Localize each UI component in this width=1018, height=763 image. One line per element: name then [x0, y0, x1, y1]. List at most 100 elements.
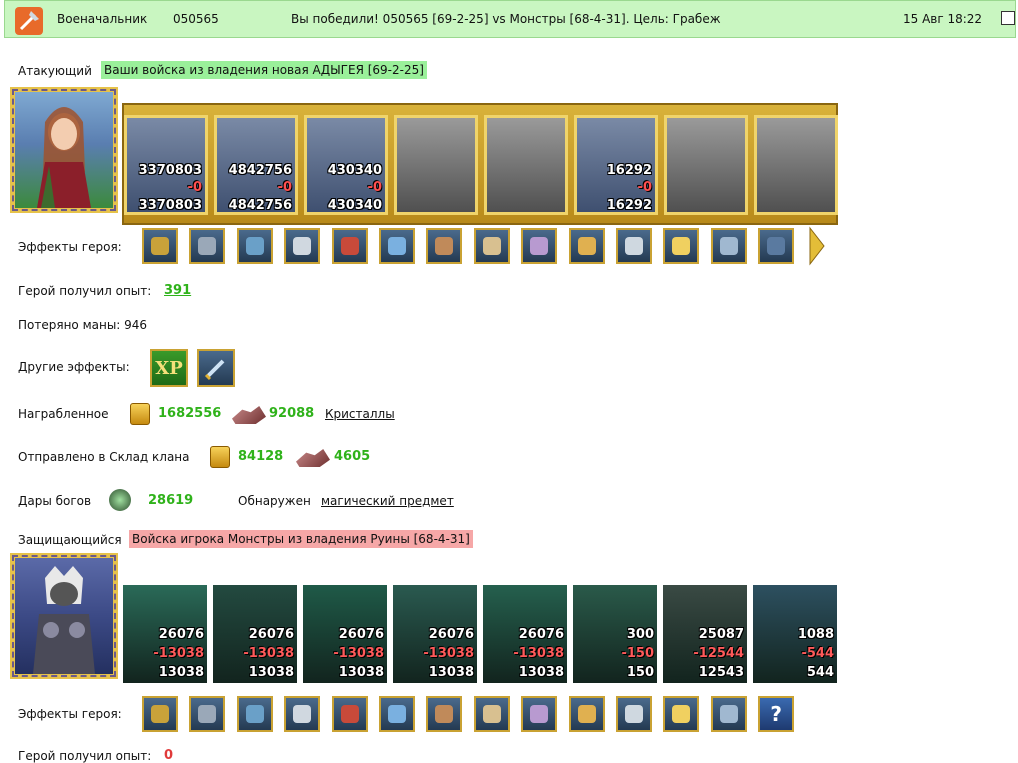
sword-icon[interactable]: [197, 349, 235, 387]
cloak-icon[interactable]: [758, 228, 795, 264]
belt-icon[interactable]: [426, 228, 463, 264]
mana-lost: Потеряно маны: 946: [18, 318, 148, 332]
defender-hero-portrait[interactable]: [10, 553, 118, 679]
loot-label: Награбленное: [18, 407, 109, 421]
defender-title: Войска игрока Монстры из владения Руины …: [129, 530, 473, 548]
fire-icon[interactable]: [426, 696, 463, 732]
defender-unit-card[interactable]: 1088 -544 544: [753, 585, 837, 683]
sword-glyph: [625, 237, 643, 255]
unit-count-top: 26076: [158, 627, 204, 642]
unit-count-mid: -13038: [513, 646, 564, 661]
unit-count-top: 3370803: [138, 163, 202, 178]
unit-count-top: 1088: [797, 627, 834, 642]
unit-count-top: 430340: [327, 163, 382, 178]
shield-icon[interactable]: [663, 228, 700, 264]
attacker-unit-card[interactable]: [664, 115, 748, 215]
xp-boost-icon[interactable]: XP: [150, 349, 188, 387]
crossbow-icon[interactable]: [189, 696, 226, 732]
attacker-xp-value[interactable]: 391: [164, 283, 191, 298]
defender-label: Защищающийся: [18, 533, 122, 547]
armor-glyph: [198, 237, 217, 255]
unit-count-bot: 13038: [518, 665, 564, 680]
defender-unit-card[interactable]: 26076 -13038 13038: [213, 585, 297, 683]
unit-count-top: 26076: [428, 627, 474, 642]
scroll-glyph: [577, 237, 596, 255]
battle-datetime: 15 Авг 18:22: [903, 12, 983, 26]
attacker-unit-card[interactable]: [484, 115, 568, 215]
unit-count-mid: -0: [367, 180, 382, 195]
frost-armor-icon[interactable]: [473, 696, 510, 732]
attacker-hero-portrait[interactable]: [10, 87, 118, 213]
attacker-xp-label: Герой получил опыт:: [18, 284, 152, 298]
defender-unit-card[interactable]: 25087 -12544 12543: [663, 585, 747, 683]
ice-shard-glyph: [719, 705, 738, 723]
unit-count-mid: -0: [637, 180, 652, 195]
attacker-unit-card[interactable]: 430340 -0 430340: [304, 115, 388, 215]
unit-count-bot: 430340: [327, 198, 382, 213]
unit-count-top: 26076: [518, 627, 564, 642]
ice-shard-icon[interactable]: [710, 696, 747, 732]
question-icon[interactable]: ?: [758, 696, 795, 732]
ring-icon[interactable]: [521, 228, 558, 264]
gloves-icon[interactable]: [236, 228, 273, 264]
defender-unit-card[interactable]: 26076 -13038 13038: [393, 585, 477, 683]
skeleton-icon[interactable]: [331, 696, 368, 732]
unit-count-bot: 4842756: [228, 198, 292, 213]
demon-mask-glyph: [293, 705, 312, 723]
shield-icon[interactable]: [236, 696, 273, 732]
unit-count-top: 25087: [698, 627, 744, 642]
defender-unit-card[interactable]: 26076 -13038 13038: [483, 585, 567, 683]
sword-icon[interactable]: [616, 228, 652, 264]
helmet-glyph: [293, 237, 312, 255]
unit-count-mid: -12544: [693, 646, 744, 661]
select-checkbox[interactable]: [1001, 11, 1015, 25]
unit-count-bot: 13038: [248, 665, 294, 680]
ice-ring-icon[interactable]: [568, 696, 605, 732]
unit-count-bot: 150: [626, 665, 654, 680]
frost-armor-glyph: [482, 705, 501, 723]
chest-armor-icon[interactable]: [379, 228, 415, 264]
clan-storage-label: Отправлено в Склад клана: [18, 450, 190, 464]
skeleton-glyph: [340, 705, 359, 723]
attacker-unit-card[interactable]: [394, 115, 478, 215]
attacker-unit-card[interactable]: 16292 -0 16292: [574, 115, 658, 215]
ice-staff-icon[interactable]: [663, 696, 700, 732]
unit-count-mid: -13038: [243, 646, 294, 661]
header-role: Военачальник: [57, 12, 148, 26]
defender-unit-card[interactable]: 26076 -13038 13038: [123, 585, 207, 683]
helmet-icon[interactable]: [284, 228, 321, 264]
potion-icon[interactable]: [142, 228, 178, 264]
unit-count-mid: -150: [621, 646, 654, 661]
ice-armor-icon[interactable]: [521, 696, 558, 732]
loot-crystals: 92088: [269, 406, 315, 421]
boots-icon[interactable]: [473, 228, 510, 264]
defender-unit-card[interactable]: 26076 -13038 13038: [303, 585, 387, 683]
fire-glyph: [435, 705, 454, 723]
clan-crystals: 4605: [334, 449, 371, 464]
helmet-glyph: [151, 705, 169, 723]
attacker-unit-card[interactable]: [754, 115, 838, 215]
gifts-label: Дары богов: [18, 494, 92, 508]
attacker-unit-card[interactable]: 3370803 -0 3370803: [124, 115, 208, 215]
helmet-icon[interactable]: [142, 696, 178, 732]
unit-count-bot: 12543: [698, 665, 744, 680]
attacker-label: Атакующий: [18, 64, 92, 78]
amulet-icon[interactable]: [331, 228, 368, 264]
unit-count-mid: -544: [801, 646, 834, 661]
crystals-link[interactable]: Кристаллы: [325, 407, 395, 421]
attacker-effects-label: Эффекты героя:: [18, 240, 122, 254]
armor-icon[interactable]: [189, 228, 226, 264]
gifts-value: 28619: [148, 493, 194, 508]
demon-mask-icon[interactable]: [284, 696, 321, 732]
scroll-icon[interactable]: [568, 228, 605, 264]
gauntlet-icon[interactable]: [710, 228, 747, 264]
unit-count-top: 26076: [248, 627, 294, 642]
battle-header: Военачальник 050565 Вы победили! 050565 …: [4, 0, 1016, 38]
defender-unit-card[interactable]: 300 -150 150: [573, 585, 657, 683]
magic-item-link[interactable]: магический предмет: [321, 494, 454, 508]
attacker-unit-card[interactable]: 4842756 -0 4842756: [214, 115, 298, 215]
ice-wing-icon[interactable]: [616, 696, 652, 732]
scroll-right-arrow-icon[interactable]: [808, 226, 826, 266]
gift-orb-icon: [109, 489, 131, 514]
pickaxe-icon[interactable]: [379, 696, 415, 732]
